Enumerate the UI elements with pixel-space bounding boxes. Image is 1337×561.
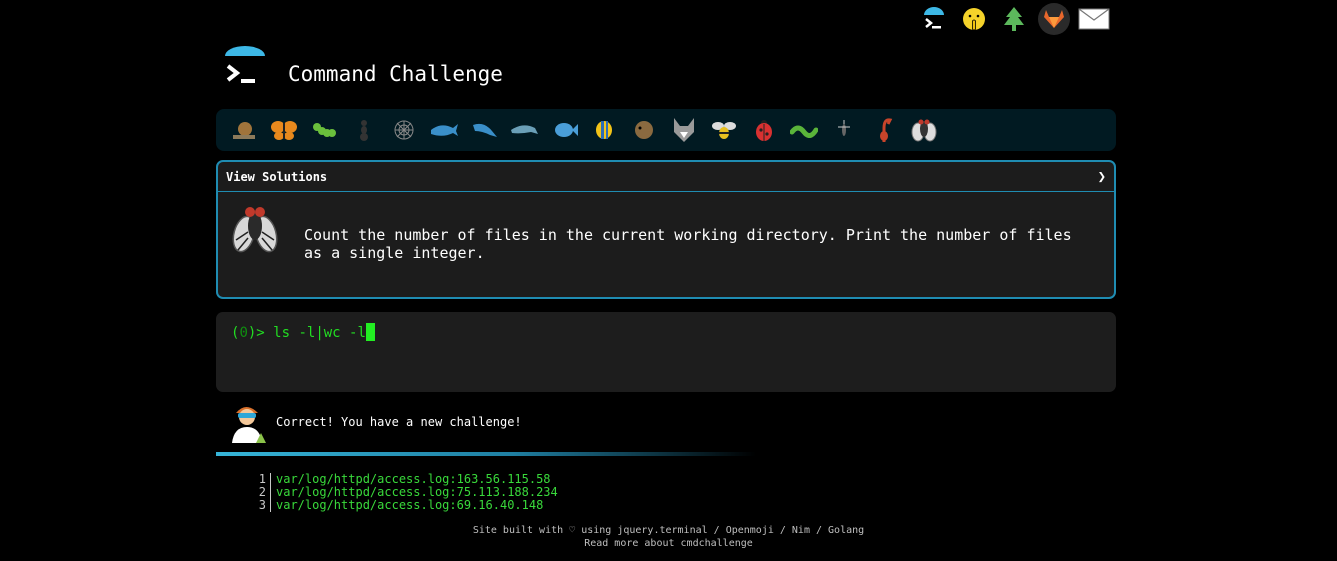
site-logo[interactable] — [222, 46, 268, 92]
butterfly-icon[interactable] — [264, 115, 304, 145]
fish-icon[interactable] — [544, 115, 584, 145]
cmdchallenge-icon[interactable] — [918, 3, 950, 35]
line-text: var/log/httpd/access.log:69.16.40.148 — [276, 498, 544, 512]
scorpion-icon[interactable] — [864, 115, 904, 145]
ladybug-icon[interactable] — [744, 115, 784, 145]
terminal-cursor — [365, 323, 375, 341]
terminal-prompt[interactable]: (0)> ls -l|wc -l — [231, 323, 375, 341]
shushing-face-icon[interactable] — [958, 3, 990, 35]
dolphin-icon[interactable] — [504, 115, 544, 145]
ant-icon[interactable] — [344, 115, 384, 145]
terminal-command[interactable]: ls -l|wc -l — [273, 325, 366, 341]
page-title: Command Challenge — [288, 62, 503, 86]
blowfish-icon[interactable] — [624, 115, 664, 145]
spiderweb-icon[interactable] — [384, 115, 424, 145]
divider-bar — [216, 452, 756, 456]
chevron-right-icon[interactable]: ❯ — [1098, 169, 1106, 185]
snail-icon[interactable] — [224, 115, 264, 145]
wolf-icon[interactable] — [664, 115, 704, 145]
challenge-panel: View Solutions ❯ Count the number of fil… — [216, 160, 1116, 299]
mosquito-icon[interactable] — [824, 115, 864, 145]
footer-read-more-link[interactable]: Read more about cmdchallenge — [0, 538, 1337, 550]
terminal[interactable]: (0)> ls -l|wc -l — [216, 312, 1116, 392]
prompt-number: 0 — [239, 325, 248, 341]
worm-icon[interactable] — [784, 115, 824, 145]
tree-icon[interactable] — [998, 3, 1030, 35]
mail-icon[interactable] — [1078, 3, 1110, 35]
footer-credits: Site built with ♡ using jquery.terminal … — [472, 525, 865, 536]
caterpillar-icon[interactable] — [304, 115, 344, 145]
prompt-close: )> — [247, 325, 274, 341]
output-line: 3 var/log/httpd/access.log:69.16.40.148 — [248, 499, 558, 512]
bee-icon[interactable] — [704, 115, 744, 145]
line-number: 3 — [248, 499, 271, 512]
dolphin-icon[interactable] — [464, 115, 504, 145]
view-solutions-toggle[interactable]: View Solutions ❯ — [218, 162, 1114, 192]
whale-icon[interactable] — [424, 115, 464, 145]
output-list: 1 var/log/httpd/access.log:163.56.115.58… — [248, 473, 558, 512]
gitlab-icon[interactable] — [1038, 3, 1070, 35]
hacker-icon — [226, 401, 268, 443]
result-message: Correct! You have a new challenge! — [276, 415, 522, 429]
top-nav — [918, 0, 1118, 38]
challenge-strip — [216, 109, 1116, 151]
fly-icon — [230, 204, 280, 256]
view-solutions-label: View Solutions — [226, 169, 328, 184]
tropical-fish-icon[interactable] — [584, 115, 624, 145]
fly-icon[interactable] — [904, 115, 944, 145]
challenge-description: Count the number of files in the current… — [304, 226, 1072, 262]
